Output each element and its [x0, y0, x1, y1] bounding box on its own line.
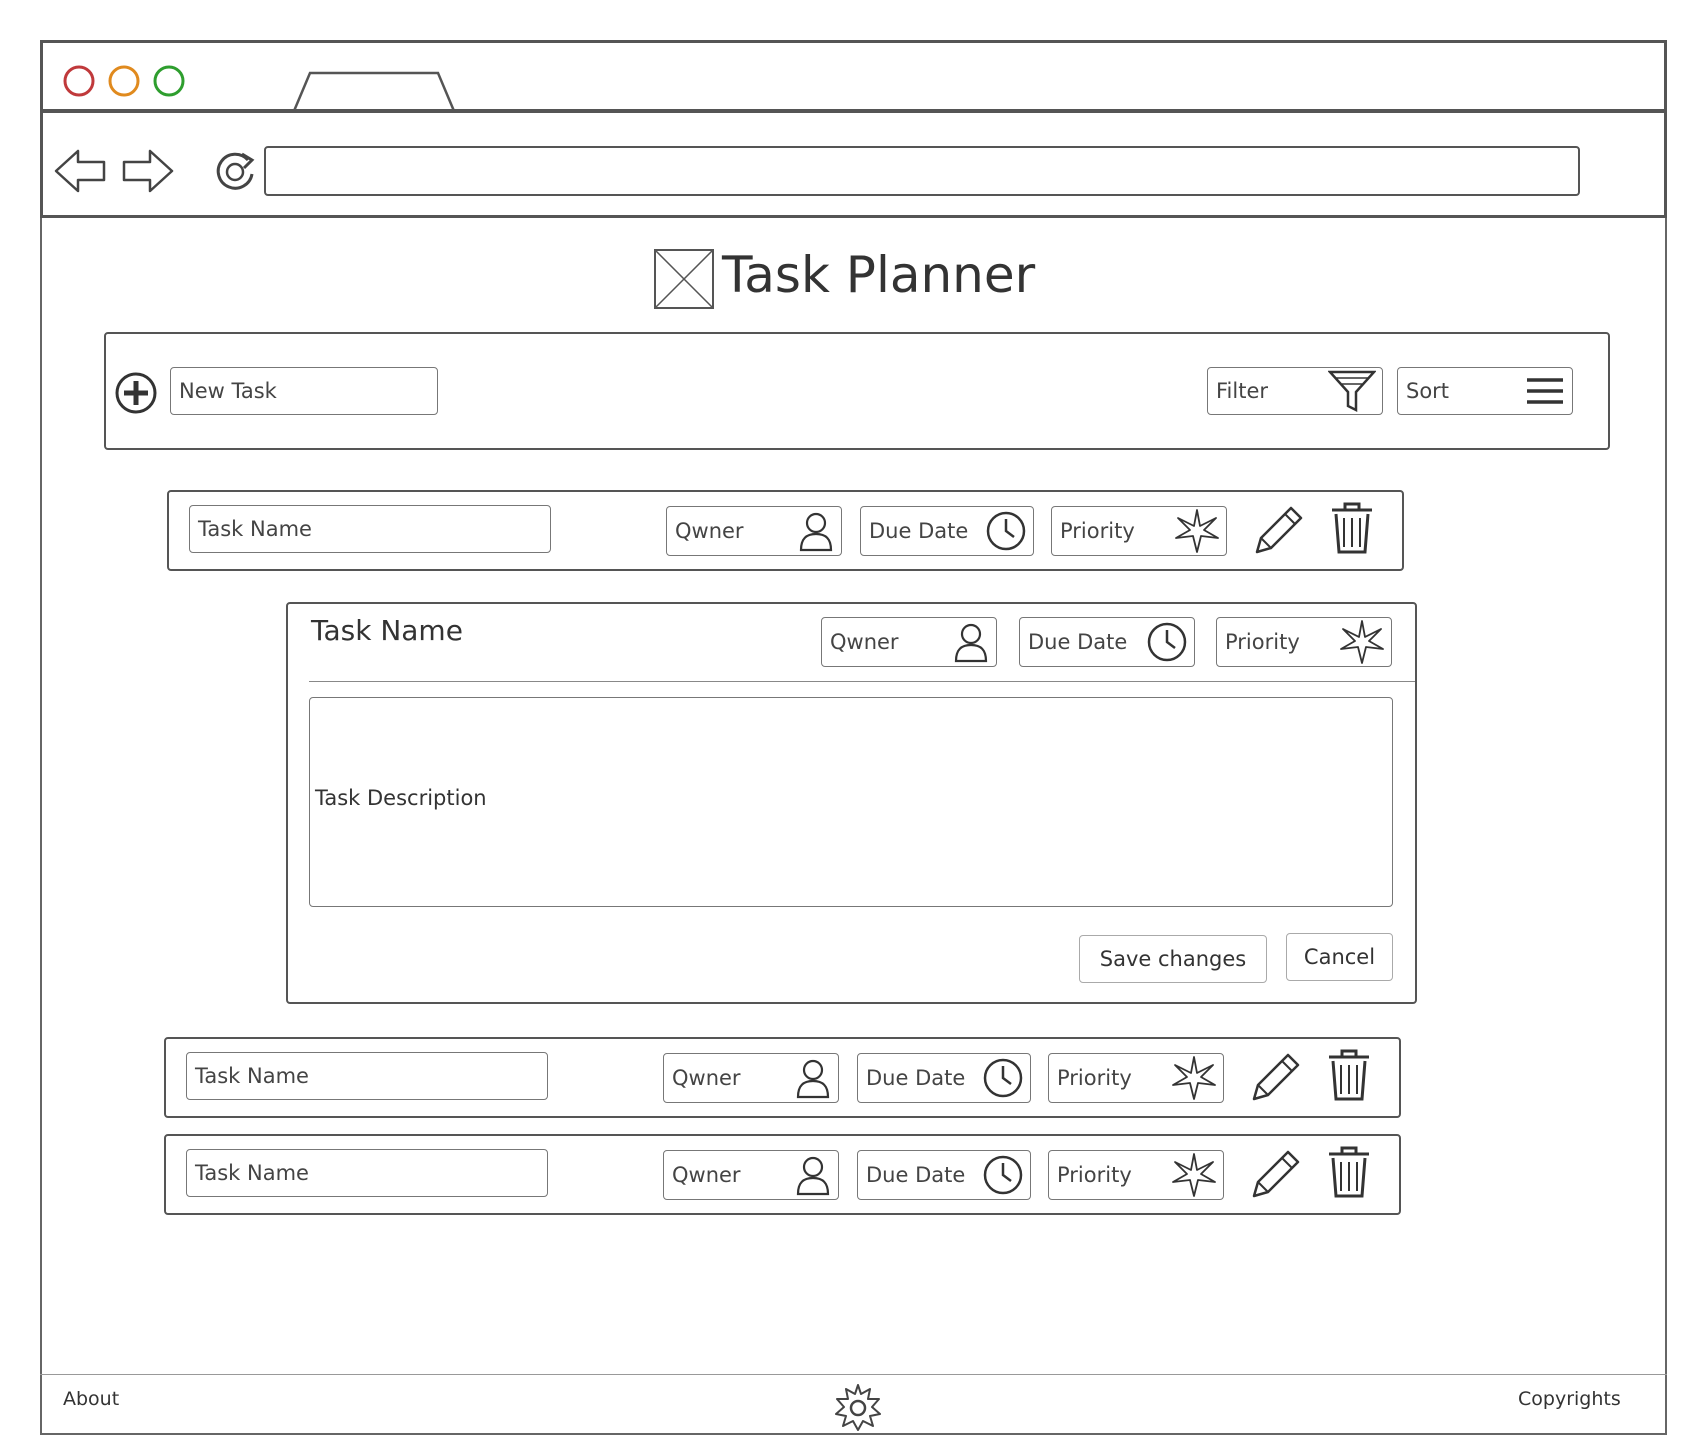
- trash-icon[interactable]: [1329, 500, 1375, 556]
- maximize-window-button[interactable]: [152, 64, 186, 98]
- star-icon: [1171, 1055, 1217, 1101]
- priority-value: Priority: [1057, 1066, 1132, 1090]
- priority-value: Priority: [1057, 1163, 1132, 1187]
- task-description-textarea[interactable]: Task Description: [309, 697, 1393, 907]
- owner-field[interactable]: Qwner: [663, 1150, 839, 1200]
- sort-button[interactable]: Sort: [1397, 367, 1573, 415]
- owner-field[interactable]: Qwner: [663, 1053, 839, 1103]
- footer-about-link[interactable]: About: [63, 1388, 119, 1410]
- due-date-field[interactable]: Due Date: [857, 1053, 1031, 1103]
- close-window-button[interactable]: [62, 64, 96, 98]
- task-name-value: Task Name: [198, 517, 312, 541]
- save-changes-button[interactable]: Save changes: [1079, 935, 1267, 983]
- user-icon: [794, 1057, 832, 1099]
- back-arrow-icon[interactable]: [52, 146, 108, 196]
- cancel-button[interactable]: Cancel: [1286, 933, 1393, 981]
- footer-copyrights-link[interactable]: Copyrights: [1518, 1388, 1621, 1410]
- task-name-field[interactable]: Task Name: [186, 1052, 548, 1100]
- browser-tab-strip: [40, 40, 1667, 112]
- clock-icon: [982, 1057, 1024, 1099]
- priority-value: Priority: [1060, 519, 1135, 543]
- clock-icon: [985, 510, 1027, 552]
- clock-icon: [982, 1154, 1024, 1196]
- due-date-value: Due Date: [866, 1066, 966, 1090]
- edit-pencil-icon[interactable]: [1249, 500, 1305, 558]
- plus-circle-icon[interactable]: [113, 370, 159, 416]
- filter-label: Filter: [1216, 379, 1269, 403]
- browser-tab[interactable]: [292, 70, 456, 112]
- save-changes-label: Save changes: [1099, 947, 1247, 971]
- editor-task-title[interactable]: Task Name: [311, 614, 463, 647]
- editor-owner-value: Qwner: [830, 630, 899, 654]
- star-icon: [1174, 508, 1220, 554]
- editor-due-date-value: Due Date: [1028, 630, 1128, 654]
- filter-button[interactable]: Filter: [1207, 367, 1383, 415]
- task-name-value: Task Name: [195, 1161, 309, 1185]
- task-description-placeholder: Task Description: [315, 786, 487, 810]
- trash-icon[interactable]: [1326, 1144, 1372, 1200]
- owner-value: Qwner: [672, 1066, 741, 1090]
- editor-owner-field[interactable]: Qwner: [821, 617, 997, 667]
- task-name-field[interactable]: Task Name: [186, 1149, 548, 1197]
- address-bar[interactable]: [264, 146, 1580, 196]
- cancel-label: Cancel: [1303, 945, 1376, 969]
- star-icon: [1171, 1152, 1217, 1198]
- star-icon: [1339, 619, 1385, 665]
- reload-icon[interactable]: [210, 146, 260, 196]
- editor-priority-field[interactable]: Priority: [1216, 617, 1392, 667]
- task-name-value: Task Name: [195, 1064, 309, 1088]
- gear-icon: [832, 1382, 884, 1434]
- page-title: Task Planner: [722, 246, 1036, 304]
- priority-field[interactable]: Priority: [1051, 506, 1227, 556]
- owner-value: Qwner: [675, 519, 744, 543]
- user-icon: [952, 621, 990, 663]
- clock-icon: [1146, 621, 1188, 663]
- editor-divider: [309, 681, 1415, 682]
- due-date-field[interactable]: Due Date: [860, 506, 1034, 556]
- owner-field[interactable]: Qwner: [666, 506, 842, 556]
- owner-value: Qwner: [672, 1163, 741, 1187]
- sort-label: Sort: [1406, 379, 1450, 403]
- editor-priority-value: Priority: [1225, 630, 1300, 654]
- priority-field[interactable]: Priority: [1048, 1150, 1224, 1200]
- new-task-placeholder: New Task: [179, 379, 277, 403]
- logo-image-placeholder: [653, 248, 715, 310]
- due-date-value: Due Date: [866, 1163, 966, 1187]
- user-icon: [797, 510, 835, 552]
- trash-icon[interactable]: [1326, 1047, 1372, 1103]
- edit-pencil-icon[interactable]: [1246, 1047, 1302, 1105]
- due-date-field[interactable]: Due Date: [857, 1150, 1031, 1200]
- priority-field[interactable]: Priority: [1048, 1053, 1224, 1103]
- due-date-value: Due Date: [869, 519, 969, 543]
- hamburger-icon: [1524, 374, 1566, 408]
- edit-pencil-icon[interactable]: [1246, 1144, 1302, 1202]
- minimize-window-button[interactable]: [107, 64, 141, 98]
- user-icon: [794, 1154, 832, 1196]
- new-task-input[interactable]: New Task: [170, 367, 438, 415]
- footer-divider: [40, 1374, 1667, 1375]
- funnel-icon: [1328, 368, 1376, 414]
- forward-arrow-icon[interactable]: [120, 146, 176, 196]
- editor-due-date-field[interactable]: Due Date: [1019, 617, 1195, 667]
- task-name-field[interactable]: Task Name: [189, 505, 551, 553]
